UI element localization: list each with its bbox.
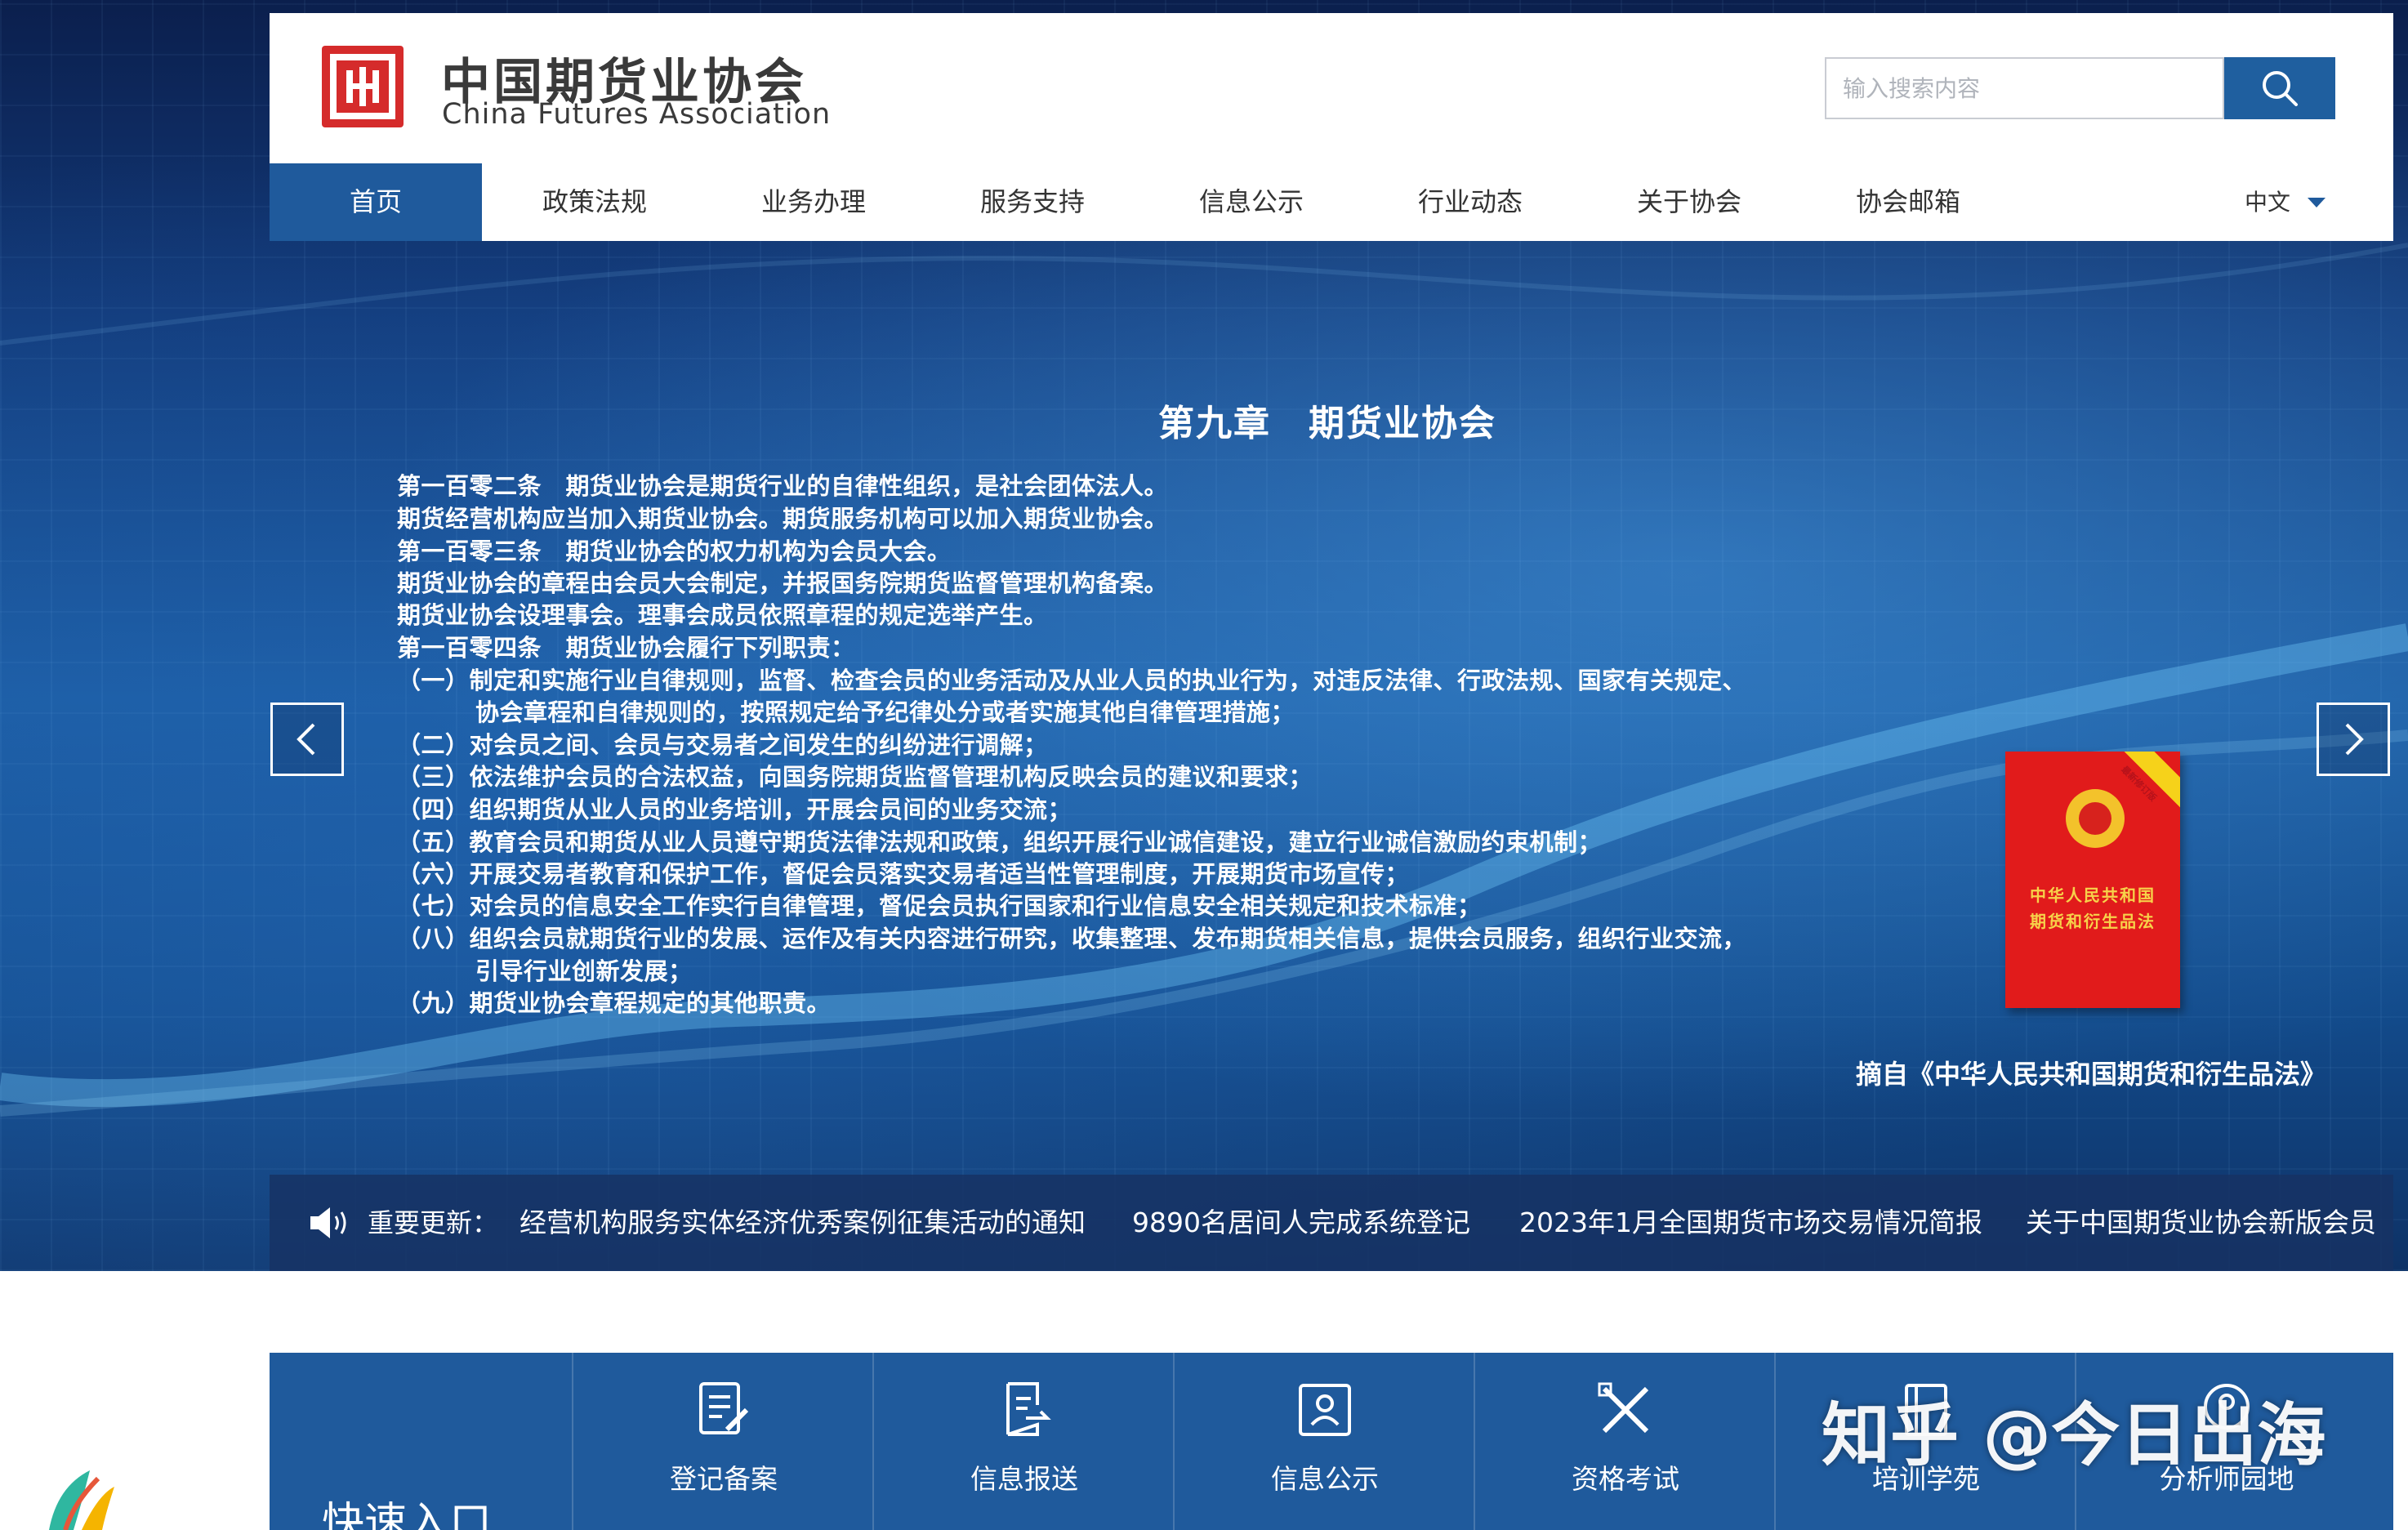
law-line: （三）依法维护会员的合法权益，向国务院期货监督管理机构反映会员的建议和要求； [397, 763, 1313, 791]
quick-item-label: 登记备案 [670, 1463, 778, 1495]
zhihu-watermark: 知乎 @今日出海 [1822, 1395, 2326, 1475]
quick-item-submission[interactable]: 信息报送 [872, 1353, 1175, 1530]
national-emblem-icon [2066, 789, 2125, 848]
document-send-icon [1006, 1382, 1051, 1436]
site-header: 中国期货业协会 China Futures Association [270, 13, 2393, 163]
law-line: （五）教育会员和期货从业人员遵守期货法律法规和政策，组织开展行业诚信建设，建立行… [397, 828, 1603, 856]
law-line: 协会章程和自律规则的，按照规定给予纪律处分或者实施其他自律管理措施； [475, 698, 1295, 726]
speaker-icon [310, 1207, 346, 1238]
nav-item-services[interactable]: 服务支持 [926, 163, 1139, 241]
law-line: 第一百零三条 期货业协会的权力机构为会员大会。 [397, 538, 952, 565]
law-line: 期货业协会的章程由会员大会制定，并报国务院期货监督管理机构备案。 [397, 569, 1169, 597]
nav-item-policy[interactable]: 政策法规 [488, 163, 701, 241]
quick-access-title: 快速入口 [322, 1499, 493, 1530]
banner-chapter-title: 第九章 期货业协会 [1158, 403, 1496, 444]
nav-item-about[interactable]: 关于协会 [1583, 163, 1795, 241]
law-line: （一）制定和实施行业自律规则，监督、检查会员的业务活动及从业人员的执业行为，对违… [397, 667, 1747, 694]
carousel-prev-button[interactable] [270, 703, 344, 776]
law-line: 第一百零二条 期货业协会是期货行业的自律性组织，是社会团体法人。 [397, 472, 1169, 500]
cfa-logo-icon[interactable] [322, 46, 404, 127]
chevron-down-icon[interactable] [2308, 198, 2326, 207]
banner-source-note: 摘自《中华人民共和国期货和衍生品法》 [1856, 1059, 2327, 1090]
book-title-line1: 中华人民共和国 [2030, 885, 2156, 905]
law-book-cover: 最新修订版 中华人民共和国 期货和衍生品法 [2005, 752, 2180, 1008]
law-line: （四）组织期货从业人员的业务培训，开展会员间的业务交流； [397, 796, 1072, 823]
quick-item-exam[interactable]: 资格考试 [1474, 1353, 1776, 1530]
ticker-news-item[interactable]: 经营机构服务实体经济优秀案例征集活动的通知 [520, 1175, 1086, 1271]
chevron-left-icon [297, 723, 315, 756]
search-icon [2263, 71, 2298, 106]
news-ticker: 重要更新： 经营机构服务实体经济优秀案例征集活动的通知 9890名居间人完成系统… [270, 1175, 2393, 1271]
ticker-news-item[interactable]: 9890名居间人完成系统登记 [1132, 1175, 1470, 1271]
ticker-label: 重要更新： [368, 1207, 499, 1238]
search-input[interactable] [1825, 57, 2224, 119]
nav-item-disclosure[interactable]: 信息公示 [1145, 163, 1358, 241]
quick-item-label: 资格考试 [1572, 1463, 1679, 1495]
book-title-line2: 期货和衍生品法 [2030, 912, 2156, 931]
law-line: 第一百零四条 期货业协会履行下列职责： [397, 634, 855, 662]
main-nav: 首页 政策法规 业务办理 服务支持 信息公示 行业动态 关于协会 协会邮箱 中文 [270, 163, 2393, 241]
quick-item-label: 信息报送 [970, 1463, 1078, 1495]
law-line: 期货经营机构应当加入期货业协会。期货服务机构可以加入期货业协会。 [397, 505, 1169, 533]
quick-item-disclosure[interactable]: 信息公示 [1173, 1353, 1475, 1530]
profile-card-icon [1299, 1384, 1351, 1436]
nav-item-mailbox[interactable]: 协会邮箱 [1802, 163, 2014, 241]
law-line: （九）期货业协会章程规定的其他职责。 [397, 989, 832, 1017]
law-line: （二）对会员之间、会员与交易者之间发生的纠纷进行调解； [397, 731, 1048, 759]
nav-item-business[interactable]: 业务办理 [707, 163, 920, 241]
law-line: 引导行业创新发展； [475, 957, 693, 985]
edit-document-icon [699, 1382, 749, 1434]
law-line: 期货业协会设理事会。理事会成员依照章程的规定选举产生。 [397, 601, 1048, 629]
quick-item-registration[interactable]: 登记备案 [572, 1353, 874, 1530]
decorative-illustration [49, 1470, 114, 1530]
law-line: （八）组织会员就期货行业的发展、运作及有关内容进行研究，收集整理、发布期货相关信… [397, 925, 1747, 952]
pencil-ruler-icon [1598, 1382, 1649, 1434]
carousel-next-button[interactable] [2317, 703, 2390, 776]
law-line: （七）对会员的信息安全工作实行自律管理，督促会员执行国家和行业信息安全相关规定和… [397, 892, 1482, 920]
law-line: （六）开展交易者教育和保护工作，督促会员落实交易者适当性管理制度，开展期货市场宣… [397, 860, 1410, 888]
search-button[interactable] [2224, 57, 2335, 119]
ticker-news-item[interactable]: 2023年1月全国期货市场交易情况简报 [1519, 1175, 1982, 1271]
chevron-right-icon [2345, 723, 2364, 756]
nav-item-industry-news[interactable]: 行业动态 [1364, 163, 1576, 241]
ticker-news-item[interactable]: 关于中国期货业协会新版会员 [2026, 1175, 2376, 1271]
logo-title-en: China Futures Association [442, 98, 832, 131]
quick-item-label: 信息公示 [1271, 1463, 1379, 1495]
nav-item-home[interactable]: 首页 [270, 163, 482, 241]
language-selector[interactable]: 中文 [2245, 163, 2290, 241]
